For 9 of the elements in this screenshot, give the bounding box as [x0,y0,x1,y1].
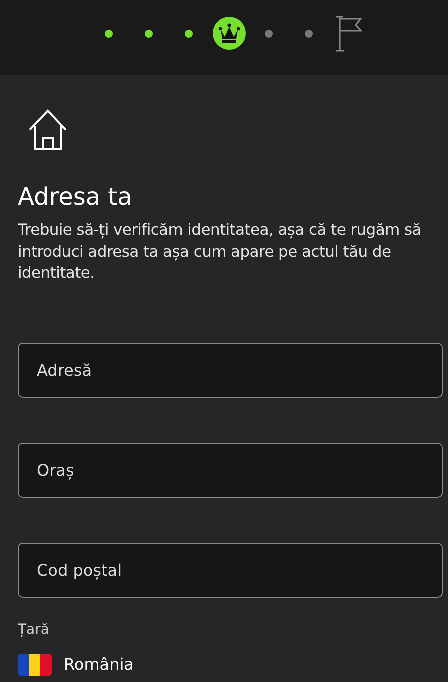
description: Trebuie să-ți verificăm identitatea, așa că te rugăm să introduci adresa ta așa cum apare pe actul tău de identitate. [18,220,422,284]
input-field[interactable]: Oraș [18,442,443,498]
input-field[interactable]: Adresă [18,342,443,398]
input-field[interactable]: Cod poștal [18,542,443,598]
country-label: Țară [18,620,50,640]
country-value[interactable]: România [64,655,134,674]
home-icon [27,108,69,151]
page-title: Adresa ta [18,182,134,212]
romania-flag-icon [18,654,52,676]
